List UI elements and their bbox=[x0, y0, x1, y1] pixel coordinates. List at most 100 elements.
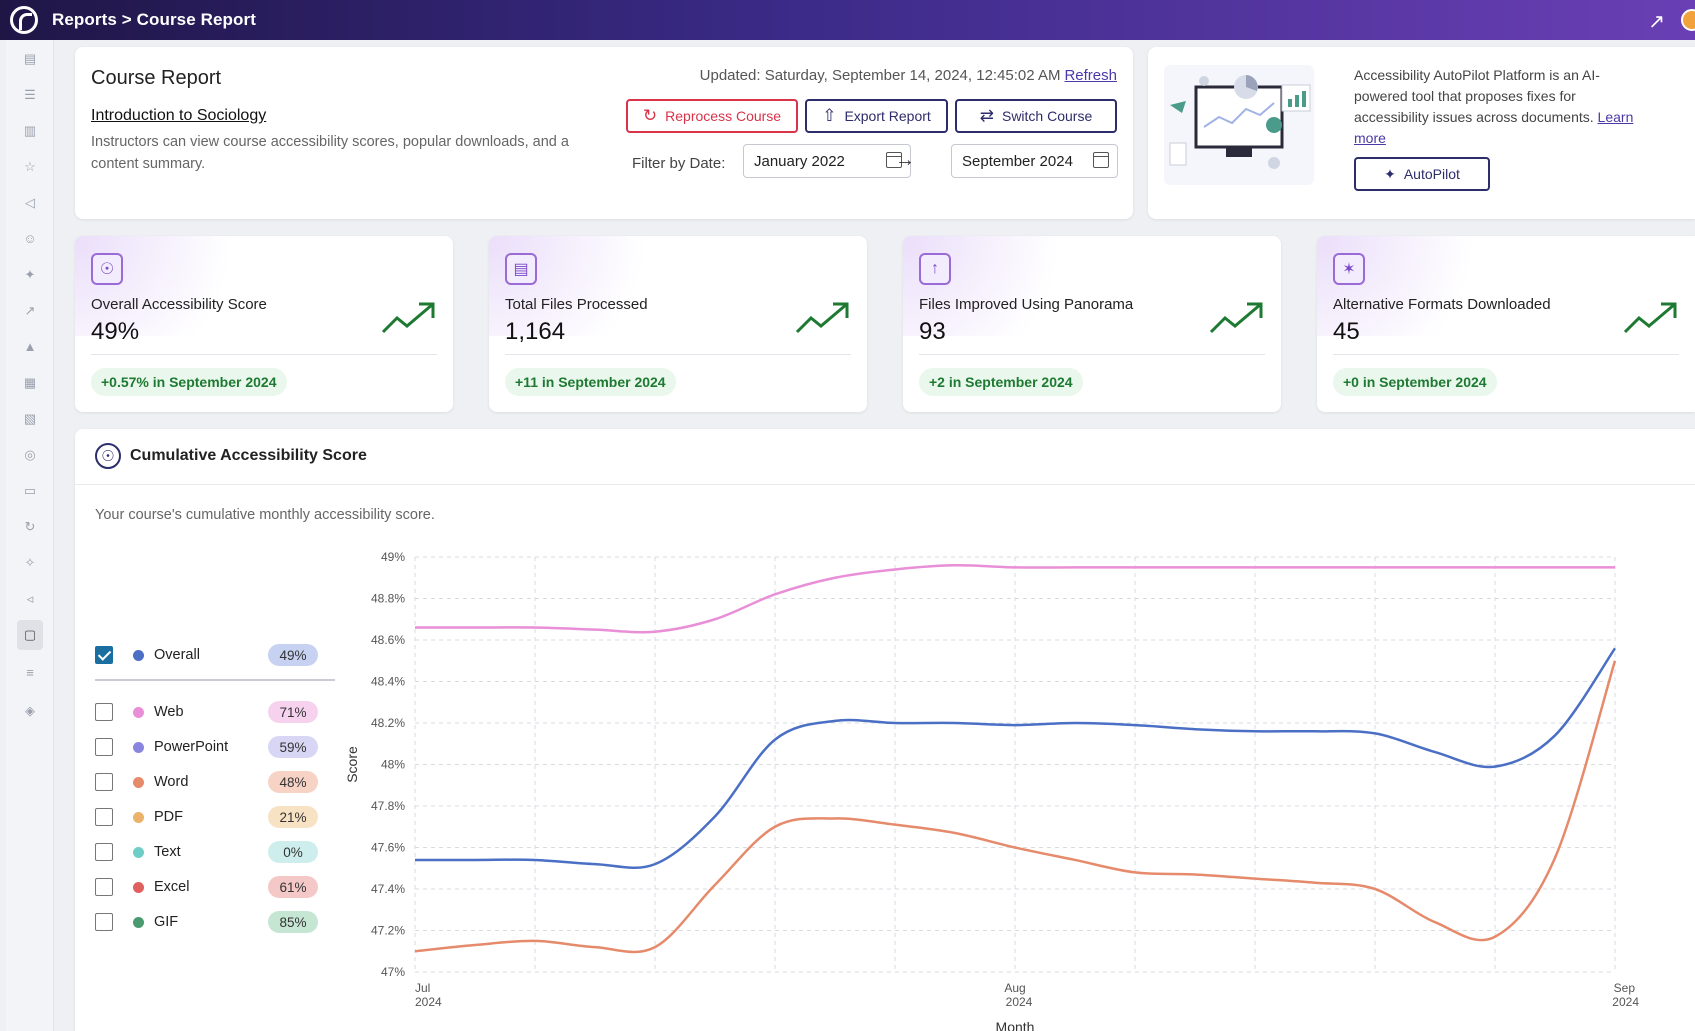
wand-icon[interactable]: ✦ bbox=[21, 266, 39, 284]
legend-name: PDF bbox=[154, 809, 183, 825]
legend-item-pdf[interactable]: PDF 21% bbox=[95, 805, 320, 829]
list-icon[interactable]: ☰ bbox=[21, 86, 39, 104]
legend-name: Overall bbox=[154, 647, 200, 663]
refresh-file-icon[interactable]: ↻ bbox=[21, 518, 39, 536]
external-link-icon[interactable]: ↗ bbox=[1648, 9, 1665, 34]
refresh-link[interactable]: Refresh bbox=[1064, 67, 1117, 84]
card-icon[interactable]: ▭ bbox=[21, 482, 39, 500]
legend-item-gif[interactable]: GIF 85% bbox=[95, 910, 320, 934]
legend-checkbox[interactable] bbox=[95, 808, 113, 826]
legend-item-powerpoint[interactable]: PowerPoint 59% bbox=[95, 735, 320, 759]
legend-color-dot bbox=[133, 776, 144, 788]
x-tick-label: 2024 bbox=[415, 995, 442, 1009]
switch-course-button[interactable]: ⇄ Switch Course bbox=[955, 99, 1117, 133]
y-tick-label: 49% bbox=[381, 550, 405, 564]
document-icon[interactable]: ▤ bbox=[21, 50, 39, 68]
reprocess-label: Reprocess Course bbox=[665, 108, 782, 124]
upload-icon: ↑ bbox=[919, 253, 951, 285]
legend-checkbox[interactable] bbox=[95, 913, 113, 931]
legend-checkbox[interactable] bbox=[95, 646, 113, 664]
file-icon: ▤ bbox=[505, 253, 537, 285]
legend-name: GIF bbox=[154, 914, 179, 930]
report-icon[interactable]: ▦ bbox=[21, 374, 39, 392]
export-icon: ⇧ bbox=[822, 106, 837, 125]
stat-label: Total Files Processed bbox=[505, 296, 648, 313]
app-logo-icon[interactable] bbox=[10, 6, 38, 34]
y-tick-label: 48.8% bbox=[371, 592, 405, 606]
star-icon[interactable]: ☆ bbox=[21, 158, 39, 176]
legend-checkbox[interactable] bbox=[95, 773, 113, 791]
legend-color-dot bbox=[133, 741, 144, 753]
accessibility-icon: ☉ bbox=[91, 253, 123, 285]
legend-color-dot bbox=[133, 811, 144, 823]
export-label: Export Report bbox=[844, 108, 931, 124]
legend-value-pill: 61% bbox=[268, 876, 318, 898]
y-axis-label: Score bbox=[344, 746, 360, 783]
arrow-right-icon: → bbox=[895, 149, 915, 171]
speaker-icon[interactable]: ◃ bbox=[21, 590, 39, 608]
layers-icon[interactable]: ◈ bbox=[21, 702, 39, 720]
audio-icon[interactable]: ◁ bbox=[21, 194, 39, 212]
x-tick-label: Jul bbox=[415, 981, 430, 995]
y-tick-label: 48.2% bbox=[371, 716, 405, 730]
autopilot-button[interactable]: ✦ AutoPilot bbox=[1354, 157, 1490, 191]
shuffle-icon: ⇄ bbox=[979, 106, 994, 125]
export-report-button[interactable]: ⇧ Export Report bbox=[805, 99, 948, 133]
legend-checkbox[interactable] bbox=[95, 843, 113, 861]
legend-name: Excel bbox=[154, 879, 190, 895]
database-icon[interactable]: ◎ bbox=[21, 446, 39, 464]
users-icon[interactable]: ☺ bbox=[21, 230, 39, 248]
legend-value-pill: 71% bbox=[268, 701, 318, 723]
top-bar: Reports > Course Report ↗ bbox=[0, 0, 1695, 40]
graduation-icon[interactable]: ▲ bbox=[21, 338, 39, 356]
y-tick-label: 47.6% bbox=[371, 841, 405, 855]
course-name-link[interactable]: Introduction to Sociology bbox=[91, 107, 266, 125]
legend-checkbox[interactable] bbox=[95, 878, 113, 896]
x-tick-label: 2024 bbox=[1612, 995, 1639, 1009]
stat-label: Alternative Formats Downloaded bbox=[1333, 296, 1551, 313]
stat-card-files-improved: ↑ Files Improved Using Panorama 93 +2 in… bbox=[903, 236, 1281, 412]
course-report-icon[interactable]: ▢ bbox=[17, 620, 43, 650]
legend-name: PowerPoint bbox=[154, 739, 229, 755]
x-tick-label: Sep bbox=[1614, 981, 1636, 995]
legend-item-excel[interactable]: Excel 61% bbox=[95, 875, 320, 899]
legend-value-pill: 59% bbox=[268, 736, 318, 758]
file-check-icon[interactable]: ▧ bbox=[21, 410, 39, 428]
stat-delta-badge: +2 in September 2024 bbox=[919, 368, 1083, 396]
magic-icon[interactable]: ✧ bbox=[21, 554, 39, 572]
legend-checkbox[interactable] bbox=[95, 703, 113, 721]
y-tick-label: 47% bbox=[381, 965, 405, 979]
stat-delta-badge: +0.57% in September 2024 bbox=[91, 368, 287, 396]
date-to-field[interactable]: September 2024 bbox=[951, 144, 1118, 178]
sliders-icon[interactable]: ≡ bbox=[21, 664, 39, 682]
chart-icon[interactable]: ↗ bbox=[21, 302, 39, 320]
calendar-icon[interactable] bbox=[1093, 152, 1109, 168]
legend-value-pill: 48% bbox=[268, 771, 318, 793]
legend-item-word[interactable]: Word 48% bbox=[95, 770, 320, 794]
switch-label: Switch Course bbox=[1001, 108, 1093, 124]
y-tick-label: 47.4% bbox=[371, 882, 405, 896]
stat-label: Overall Accessibility Score bbox=[91, 296, 267, 313]
y-tick-label: 48.4% bbox=[371, 675, 405, 689]
date-from-value: January 2022 bbox=[754, 152, 845, 170]
legend-item-web[interactable]: Web 71% bbox=[95, 700, 320, 724]
legend-item-overall[interactable]: Overall 49% bbox=[95, 643, 320, 667]
reprocess-course-button[interactable]: ↻ Reprocess Course bbox=[626, 99, 798, 133]
legend-checkbox[interactable] bbox=[95, 738, 113, 756]
date-from-field[interactable]: January 2022 bbox=[743, 144, 911, 178]
updated-timestamp: Updated: Saturday, September 14, 2024, 1… bbox=[700, 67, 1117, 84]
trend-up-icon bbox=[1623, 302, 1677, 334]
stat-value: 45 bbox=[1333, 318, 1360, 345]
stat-value: 1,164 bbox=[505, 318, 566, 345]
wand-icon: ✦ bbox=[1384, 165, 1396, 182]
legend-color-dot bbox=[133, 706, 144, 718]
legend-value-pill: 21% bbox=[268, 806, 318, 828]
file-icon[interactable]: ▥ bbox=[21, 122, 39, 140]
stat-value: 49% bbox=[91, 318, 140, 345]
avatar[interactable] bbox=[1681, 9, 1695, 31]
stat-card-accessibility-score: ☉ Overall Accessibility Score 49% +0.57%… bbox=[75, 236, 453, 412]
y-tick-label: 47.8% bbox=[371, 799, 405, 813]
cumulative-score-card: ☉ Cumulative Accessibility Score Your co… bbox=[75, 429, 1695, 1031]
legend-item-text[interactable]: Text 0% bbox=[95, 840, 320, 864]
x-axis-label: Month bbox=[996, 1019, 1035, 1031]
